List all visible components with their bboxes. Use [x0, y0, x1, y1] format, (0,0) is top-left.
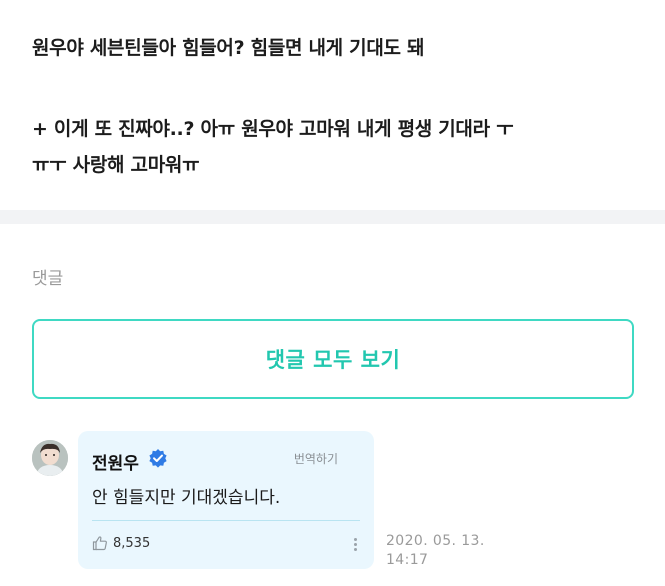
- comment-bubble: 전원우 번역하기 안 힘들지만 기대겠습니다. 8,535: [78, 431, 374, 569]
- like-count: 8,535: [113, 535, 151, 551]
- comment-date: 2020. 05. 13.: [386, 533, 485, 549]
- section-divider: [0, 210, 665, 224]
- comments-section-label: 댓글: [32, 269, 64, 289]
- like-button[interactable]: 8,535: [92, 535, 150, 551]
- view-all-comments-button[interactable]: 댓글 모두 보기: [32, 319, 634, 399]
- post-text-line-1: 원우야 세븐틴들아 힘들어? 힘들면 내게 기대도 돼: [32, 37, 425, 59]
- avatar[interactable]: [32, 440, 68, 476]
- comment-divider: [92, 520, 360, 521]
- avatar-image: [32, 440, 68, 476]
- post-text-line-2: + 이게 또 진짜야..? 아ㅠ 원우야 고마워 내게 평생 기대라 ㅜ: [32, 118, 514, 140]
- more-options-icon[interactable]: [350, 535, 360, 553]
- translate-button[interactable]: 번역하기: [294, 450, 338, 467]
- comment-time: 14:17: [386, 552, 429, 568]
- comment-text: 안 힘들지만 기대겠습니다.: [92, 488, 281, 508]
- post-text-line-3: ㅠㅜ 사랑해 고마워ㅠ: [32, 154, 200, 176]
- comment-author-name[interactable]: 전원우: [92, 449, 139, 474]
- comment-timestamp: 2020. 05. 13. 14:17: [386, 532, 485, 570]
- thumbs-up-icon: [92, 536, 107, 551]
- post-body: 원우야 세븐틴들아 힘들어? 힘들면 내게 기대도 돼 + 이게 또 진짜야..…: [0, 0, 665, 210]
- verified-badge-icon: [148, 448, 168, 468]
